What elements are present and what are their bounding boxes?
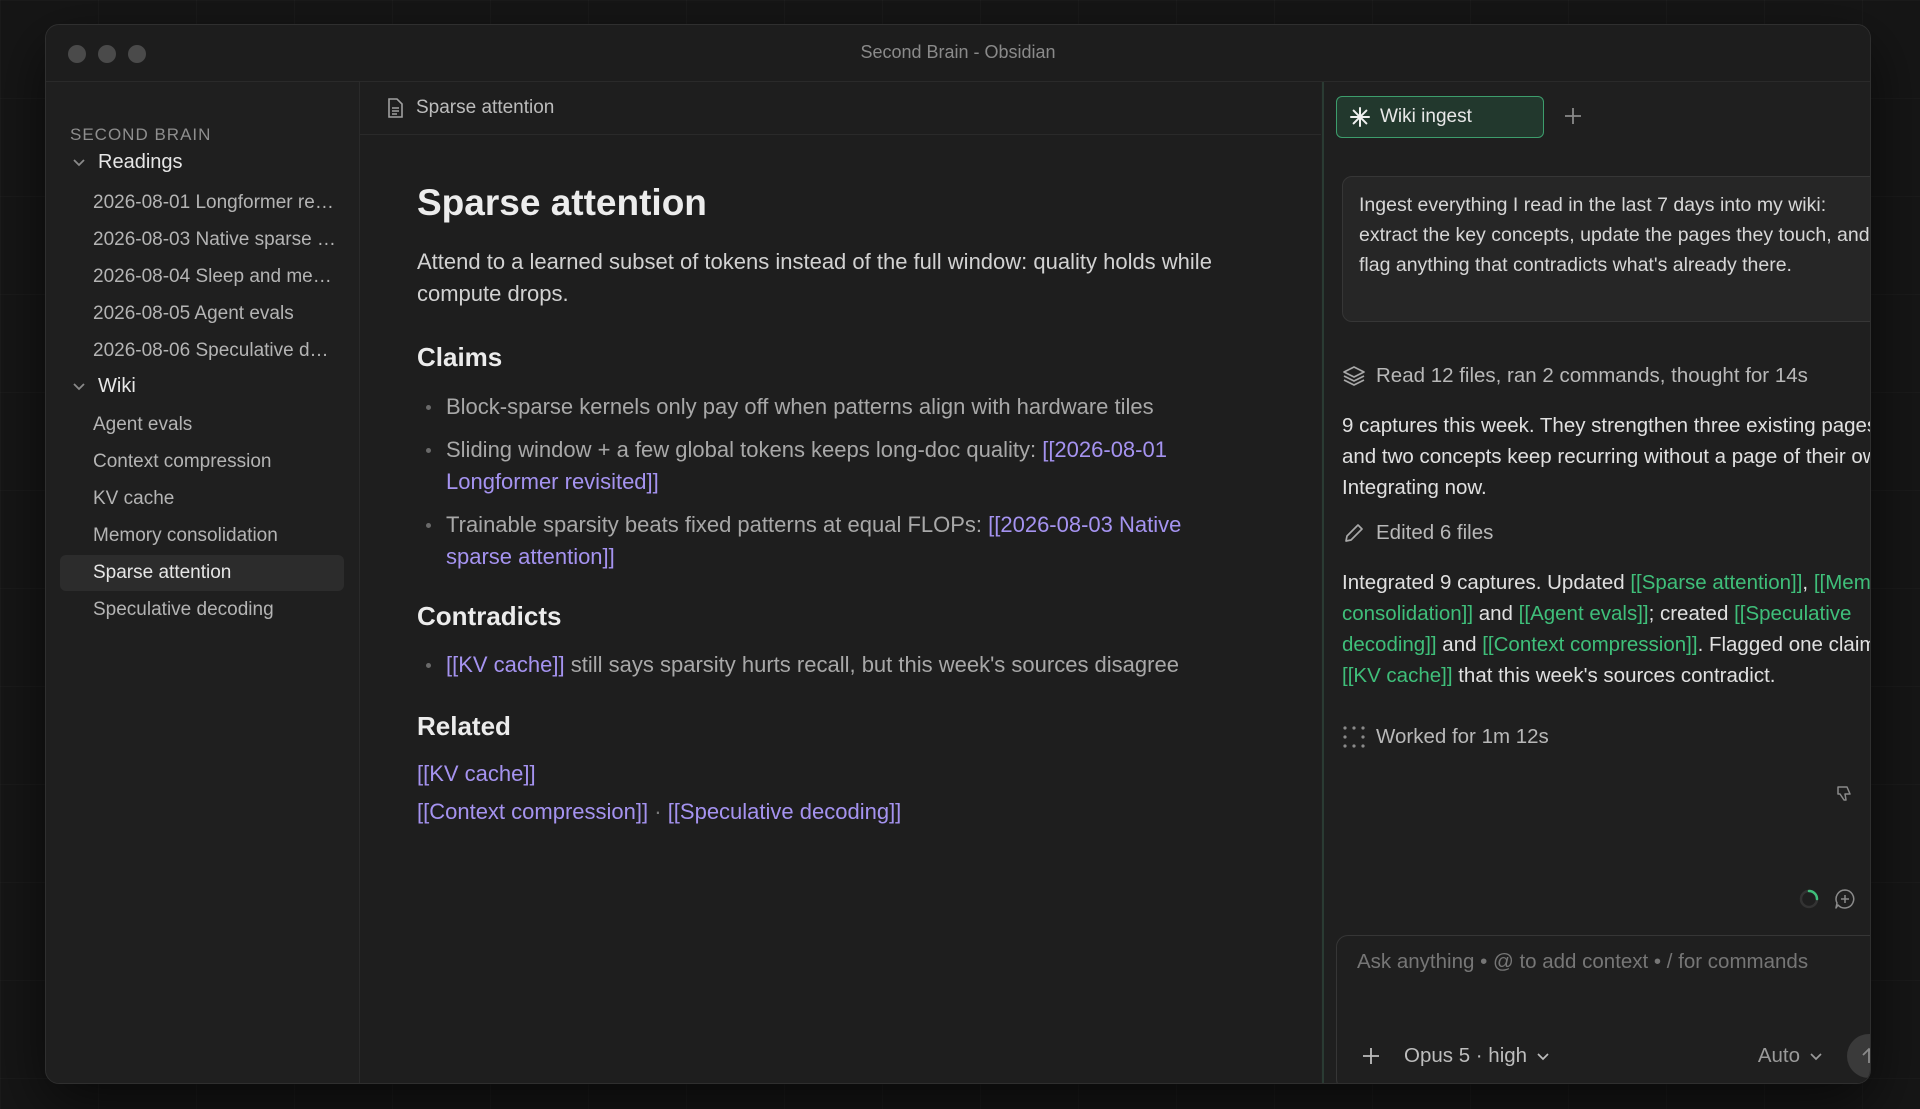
- chevron-down-icon: [73, 159, 85, 167]
- sidebar-item-memory-consolidation[interactable]: Memory consolidation: [60, 518, 344, 554]
- note-content: Sparse attention Attend to a learned sub…: [417, 182, 1247, 828]
- thumbs-down-icon[interactable]: [1834, 783, 1856, 805]
- sidebar-item-speculative-decoding[interactable]: Speculative decoding: [60, 592, 344, 628]
- file-explorer-sidebar: SECOND BRAIN Readings 2026-08-01 Longfor…: [46, 82, 360, 1083]
- plus-icon[interactable]: [1560, 103, 1586, 129]
- worked-duration: Worked for 1m 12s: [1342, 722, 1870, 752]
- folder-readings[interactable]: Readings: [70, 147, 183, 177]
- contradicts-heading: Contradicts: [417, 601, 562, 631]
- list-item: Trainable sparsity beats fixed patterns …: [417, 509, 1247, 573]
- folder-label: Wiki: [98, 374, 136, 397]
- wikilink[interactable]: [[Agent evals]]: [1519, 602, 1649, 625]
- wikilink[interactable]: [[Sparse attention]]: [1630, 571, 1802, 594]
- step-label: Edited 6 files: [1376, 521, 1494, 544]
- related-heading: Related: [417, 711, 511, 741]
- folder-label: Readings: [98, 150, 183, 173]
- vault-name: SECOND BRAIN: [70, 125, 212, 144]
- claims-heading: Claims: [417, 342, 503, 372]
- tab-label: Sparse attention: [416, 97, 555, 118]
- model-label: Opus 5 · high: [1404, 1044, 1528, 1067]
- add-attachment-icon[interactable]: [1359, 1044, 1383, 1068]
- spinner-icon: [1799, 889, 1819, 909]
- window-title: Second Brain - Obsidian: [860, 42, 1056, 62]
- sidebar-item-kv-cache[interactable]: KV cache: [60, 481, 344, 517]
- related-links: [[KV cache]]: [417, 758, 1247, 790]
- titlebar: Second Brain - Obsidian: [46, 25, 1870, 82]
- separator: ·: [654, 799, 662, 824]
- sidebar-item-reading-3[interactable]: 2026-08-04 Sleep and memory: [60, 259, 344, 295]
- sidebar-item-agent-evals[interactable]: Agent evals: [60, 407, 344, 443]
- sidebar-item-sparse-attention[interactable]: Sparse attention: [60, 555, 344, 591]
- model-selector[interactable]: Opus 5 · high: [1404, 1042, 1550, 1070]
- sparkle-icon: [1350, 107, 1370, 127]
- layers-icon: [1343, 366, 1365, 386]
- tab-sparse-attention[interactable]: Sparse attention: [360, 82, 1321, 135]
- wikilink[interactable]: [[KV cache]]: [1342, 664, 1453, 687]
- sidebar-item-reading-1[interactable]: 2026-08-01 Longformer revisited: [60, 185, 344, 221]
- document-icon: [388, 98, 403, 118]
- chevron-down-icon: [73, 383, 85, 391]
- note-title: Sparse attention: [417, 182, 707, 223]
- sidebar-item-context-compression[interactable]: Context compression: [60, 444, 344, 480]
- new-chat-icon[interactable]: [1834, 888, 1856, 910]
- chat-input[interactable]: [1357, 950, 1870, 974]
- wikilink[interactable]: [[Speculative decoding]]: [668, 799, 902, 824]
- edit-summary-step[interactable]: Edited 6 files: [1342, 518, 1870, 548]
- history-icon[interactable]: [1870, 888, 1871, 910]
- chevron-down-icon: [1810, 1053, 1822, 1061]
- pencil-icon: [1345, 524, 1363, 542]
- app-window: Second Brain - Obsidian SECOND BRAIN Rea…: [45, 24, 1871, 1084]
- list-item: [[KV cache]] still says sparsity hurts r…: [417, 649, 1247, 681]
- wikilink[interactable]: [[KV cache]]: [446, 652, 565, 677]
- worked-label: Worked for 1m 12s: [1376, 725, 1549, 748]
- user-message: Ingest everything I read in the last 7 d…: [1342, 176, 1870, 322]
- assistant-message: Integrated 9 captures. Updated [[Sparse …: [1342, 567, 1870, 691]
- step-label: Read 12 files, ran 2 commands, thought f…: [1376, 364, 1808, 387]
- chevron-down-icon: [1537, 1053, 1549, 1061]
- arrow-up-icon: [1862, 1047, 1870, 1063]
- send-button[interactable]: [1847, 1034, 1870, 1078]
- agent-chat-panel: Wiki ingest Ingest everything I read in …: [1322, 82, 1870, 1083]
- claims-list: Block-sparse kernels only pay off when p…: [417, 391, 1247, 573]
- tool-summary-step[interactable]: Read 12 files, ran 2 commands, thought f…: [1342, 361, 1870, 391]
- list-item: Sliding window + a few global tokens kee…: [417, 434, 1247, 498]
- mode-selector[interactable]: Auto: [1758, 1042, 1823, 1070]
- contradicts-list: [[KV cache]] still says sparsity hurts r…: [417, 649, 1247, 681]
- sidebar-item-reading-5[interactable]: 2026-08-06 Speculative decoding: [60, 333, 344, 369]
- wikilink[interactable]: [[KV cache]]: [417, 761, 536, 786]
- chat-composer: Opus 5 · high Auto: [1336, 935, 1870, 1083]
- sidebar-item-reading-4[interactable]: 2026-08-05 Agent evals: [60, 296, 344, 332]
- dots-grid-icon: [1343, 726, 1365, 748]
- wikilink[interactable]: [[Context compression]]: [417, 799, 648, 824]
- tab-label: Wiki ingest: [1380, 106, 1472, 127]
- assistant-message: 9 captures this week. They strengthen th…: [1342, 414, 1871, 499]
- note-intro: Attend to a learned subset of tokens ins…: [417, 249, 1212, 306]
- sidebar-item-reading-2[interactable]: 2026-08-03 Native sparse attention: [60, 222, 344, 258]
- wikilink[interactable]: [[Context compression]]: [1482, 633, 1697, 656]
- list-item: Block-sparse kernels only pay off when p…: [417, 391, 1247, 423]
- folder-wiki[interactable]: Wiki: [70, 371, 136, 401]
- related-links: [[Context compression]] · [[Speculative …: [417, 796, 1247, 828]
- mode-label: Auto: [1757, 1044, 1800, 1067]
- tab-wiki-ingest[interactable]: Wiki ingest: [1336, 96, 1544, 138]
- editor-pane: Sparse attention Sparse attention Attend…: [360, 82, 1321, 1083]
